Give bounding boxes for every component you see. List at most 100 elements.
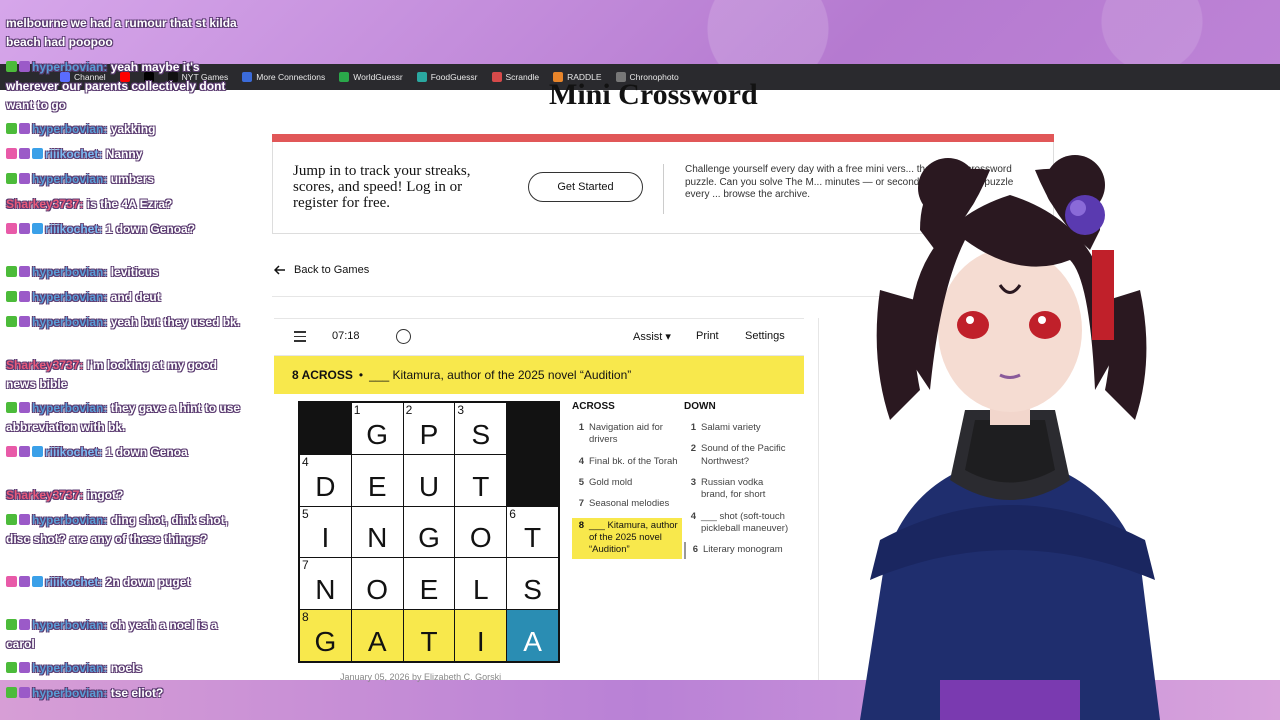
profile-icon[interactable] [396,329,411,344]
across-clue-item[interactable]: 5 Gold mold [572,475,682,491]
grid-cell[interactable]: 6T [507,506,558,558]
across-clues: ACROSS 1 Navigation aid for drivers 4 Final… [572,401,682,564]
crossword-grid: 1G2P3S4DEUT5INGO6T7NOELS8GATIA [298,401,560,663]
grid-cell[interactable]: 5I [300,506,351,558]
grid-cell[interactable]: N [351,506,403,558]
grid-cell[interactable]: A [351,610,403,661]
cell-letter: N [367,522,388,554]
grid-cell[interactable]: G [403,506,455,558]
back-to-games-link[interactable]: Back to Games [274,264,369,276]
clue-number: 1 [690,422,696,433]
grid-cell[interactable]: 2P [403,403,455,454]
green-badge-icon [6,514,17,525]
grid-cell[interactable]: L [455,558,507,610]
cell-letter: N [315,574,336,606]
down-clue-item[interactable]: 3 Russian vodka brand, for short [684,475,794,504]
puzzle-toolbar: 07:18 Assist ▾ Print Settings [274,318,804,356]
chevron-down-icon: ▾ [665,331,671,343]
clue-text: Russian vodka brand, for short [701,477,766,501]
chat-username: hyperbovian: [32,618,108,632]
purple-badge-icon [19,687,30,698]
chat-message: hyperbovian: and deut [6,288,246,307]
chat-text: leviticus [110,265,159,279]
grid-cell[interactable]: O [455,506,507,558]
chat-username: hyperbovian: [32,122,108,136]
across-clue-item[interactable]: 7 Seasonal melodies [572,496,682,512]
current-clue-bar: 8 ACROSS • ___ Kitamura, author of the 2… [274,356,804,394]
clue-number: 5 [578,477,584,489]
cell-letter: I [321,522,330,554]
menu-icon[interactable] [294,331,306,345]
chat-message: riiikochet: 1 down Genoa [6,443,246,462]
bookmark-item[interactable]: More Connections [242,72,325,82]
assist-label: Assist [633,331,663,343]
green-badge-icon [6,402,17,413]
cell-letter: U [418,470,440,502]
chat-text: tse eliot? [110,686,164,700]
chat-username: Sharkey3737: [6,197,84,211]
banner-divider [663,164,664,214]
purple-badge-icon [19,291,30,302]
grid-cell[interactable]: I [455,610,507,661]
clue-text: Gold mold [589,477,633,489]
bookmark-label: More Connections [256,72,326,82]
chat-message: hyperbovian: oh yeah a noel is a carol [6,616,246,654]
grid-cell[interactable]: 4D [300,454,351,506]
across-clue-item[interactable]: 1 Navigation aid for drivers [572,420,682,449]
clue-number: 4 [578,455,584,467]
purple-badge-icon [19,61,30,72]
cell-number: 2 [405,403,413,417]
cell-number: 8 [302,610,309,625]
cell-letter: P [419,418,439,450]
grid-cell[interactable]: E [403,558,455,610]
grid-cell[interactable]: 3S [455,403,507,454]
print-button[interactable]: Print [696,330,719,342]
down-clue-item[interactable]: 6 Literary monogram [684,542,794,559]
grid-cell[interactable]: A [507,610,558,661]
grid-cell[interactable]: O [351,558,403,610]
bookmark-item[interactable]: Scrandle [491,72,540,82]
grid-cell[interactable]: T [403,610,455,661]
bookmark-item[interactable]: FoodGuessr [416,72,478,82]
bookmark-icon [416,72,427,82]
arrow-left-icon [274,265,285,275]
divider [272,296,892,297]
down-clue-item[interactable]: 4 ___ shot (soft-touch pickleball maneuve… [684,509,794,538]
get-started-button[interactable]: Get Started [528,172,643,202]
chat-username: hyperbovian: [32,290,108,304]
cell-letter: G [418,522,440,554]
cell-letter: O [469,522,492,554]
chat-text: melbourne we had a rumour that st kilda … [6,16,237,49]
chat-text: 1 down Genoa? [105,222,196,236]
cell-letter: L [473,574,489,606]
down-clue-item[interactable]: 1 Salami variety [684,420,794,436]
cell-letter: S [471,418,491,450]
chat-username: Sharkey3737: [6,358,84,372]
settings-button[interactable]: Settings [745,330,785,342]
cell-letter: D [315,470,336,502]
bookmark-label: WorldGuessr [353,72,403,82]
chat-message: Sharkey3737: ingot? [6,486,246,505]
grid-cell[interactable]: E [351,454,403,506]
purple-badge-icon [19,619,30,630]
grid-cell[interactable]: U [403,454,455,506]
down-clue-item[interactable]: 2 Sound of the Pacific Northwest? [684,441,794,470]
down-clues: DOWN 1 Salami variety 2 Sound of the Pacifi… [684,401,794,564]
green-badge-icon [6,61,17,72]
pink-badge-icon [6,446,17,457]
green-badge-icon [6,291,17,302]
grid-cell[interactable]: 1G [351,403,403,454]
grid-cell[interactable]: 7N [300,558,351,610]
grid-cell[interactable]: S [507,558,558,610]
bookmark-item[interactable]: WorldGuessr [339,72,403,82]
across-clue-item[interactable]: 8 ___ Kitamura, author of the 2025 novel … [572,517,682,559]
chat-message: hyperbovian: they gave a hint to use abb… [6,399,246,437]
bookmark-label: Scrandle [505,72,540,82]
assist-button[interactable]: Assist ▾ [633,330,671,343]
grid-cell[interactable]: T [455,454,507,506]
grid-cell[interactable]: 8G [300,610,351,661]
cell-letter: S [523,574,542,606]
purple-badge-icon [19,266,30,277]
across-clue-item[interactable]: 4 Final bk. of the Torah [572,454,682,470]
chat-message: riiikochet: 1 down Genoa? [6,220,246,239]
